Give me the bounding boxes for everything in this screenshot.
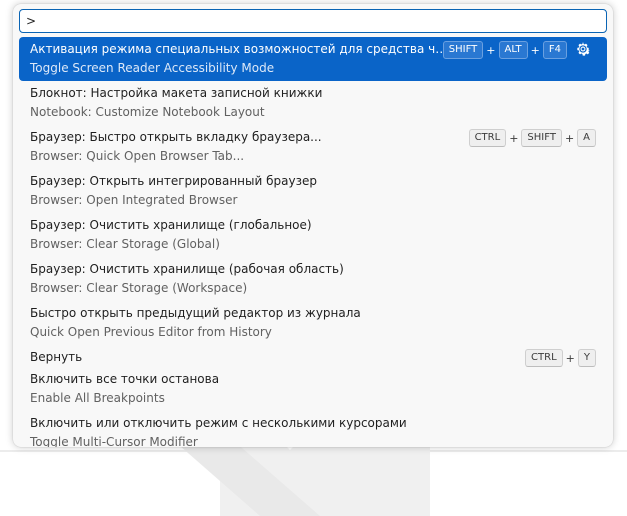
configure-keybinding-gear-icon[interactable] bbox=[576, 42, 590, 56]
keycap: A bbox=[577, 129, 596, 147]
keycap: SHIFT bbox=[521, 129, 562, 147]
command-list: Активация режима специальных возможносте… bbox=[19, 37, 607, 447]
command-item-detail: Browser: Clear Storage (Workspace) bbox=[30, 281, 248, 295]
command-item-detail: Quick Open Previous Editor from History bbox=[30, 325, 272, 339]
keybinding-separator: + bbox=[565, 351, 575, 365]
keybinding-separator: + bbox=[509, 131, 519, 145]
command-palette: Активация режима специальных возможносте… bbox=[13, 4, 613, 447]
command-item-label: Блокнот: Настройка макета записной книжк… bbox=[30, 86, 323, 100]
command-item[interactable]: Браузер: Очистить хранилище (глобальное)… bbox=[19, 213, 607, 257]
command-item[interactable]: Браузер: Очистить хранилище (рабочая обл… bbox=[19, 257, 607, 301]
command-item-label: Браузер: Быстро открыть вкладку браузера… bbox=[30, 130, 322, 144]
keycap: Y bbox=[577, 349, 596, 367]
keybinding: CTRL + Y bbox=[525, 349, 596, 367]
command-item-label: Быстро открыть предыдущий редактор из жу… bbox=[30, 306, 361, 320]
command-item[interactable]: Включить все точки останова Enable All Br… bbox=[19, 367, 607, 411]
command-item-label: Включить или отключить режим с нескольки… bbox=[30, 416, 407, 430]
command-input[interactable] bbox=[19, 9, 607, 33]
command-item-detail: Enable All Breakpoints bbox=[30, 391, 165, 405]
keybinding: CTRL + SHIFT + A bbox=[468, 129, 596, 147]
command-item[interactable]: Блокнот: Настройка макета записной книжк… bbox=[19, 81, 607, 125]
keycap: CTRL bbox=[468, 129, 507, 147]
command-item-label: Браузер: Открыть интегрированный браузер bbox=[30, 174, 317, 188]
command-item-detail: Toggle Screen Reader Accessibility Mode bbox=[30, 61, 275, 75]
command-item-label: Активация режима специальных возможносте… bbox=[30, 42, 448, 56]
command-item[interactable]: Браузер: Открыть интегрированный браузер… bbox=[19, 169, 607, 213]
command-item-label: Браузер: Очистить хранилище (рабочая обл… bbox=[30, 262, 344, 276]
command-item-detail: Browser: Open Integrated Browser bbox=[30, 193, 238, 207]
command-input-wrapper bbox=[19, 9, 607, 33]
command-item[interactable]: Включить или отключить режим с нескольки… bbox=[19, 411, 607, 447]
command-item-label: Включить все точки останова bbox=[30, 372, 220, 386]
command-item-label: Браузер: Очистить хранилище (глобальное) bbox=[30, 218, 312, 232]
keycap: SHIFT bbox=[442, 41, 484, 59]
command-item-detail: Browser: Clear Storage (Global) bbox=[30, 237, 220, 251]
command-item-label: Вернуть bbox=[30, 350, 83, 364]
keybinding: SHIFT + ALT + F4 bbox=[442, 41, 567, 59]
command-item-detail: Notebook: Customize Notebook Layout bbox=[30, 105, 265, 119]
keybinding-separator: + bbox=[564, 131, 575, 145]
command-item[interactable]: Быстро открыть предыдущий редактор из жу… bbox=[19, 301, 607, 345]
command-item-detail: Browser: Quick Open Browser Tab... bbox=[30, 149, 245, 163]
command-item-detail: Toggle Multi-Cursor Modifier bbox=[30, 435, 198, 447]
keycap: ALT bbox=[498, 41, 528, 59]
command-item[interactable]: Вернуть CTRL + Y bbox=[19, 345, 607, 367]
keybinding-separator: + bbox=[530, 43, 540, 57]
keybinding-separator: + bbox=[486, 43, 496, 57]
keycap: CTRL bbox=[525, 349, 563, 367]
keycap: F4 bbox=[542, 41, 567, 59]
command-item[interactable]: Браузер: Быстро открыть вкладку браузера… bbox=[19, 125, 607, 169]
command-item[interactable]: Активация режима специальных возможносте… bbox=[19, 37, 607, 81]
